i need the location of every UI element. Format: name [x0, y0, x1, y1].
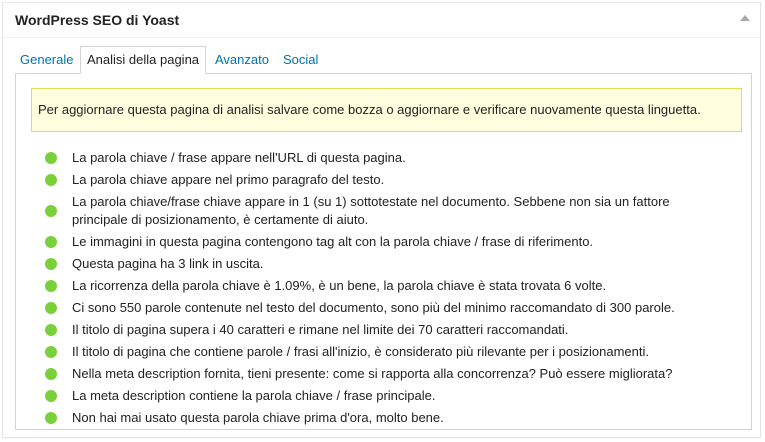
good-status-dot-icon — [45, 280, 57, 292]
result-text: Non hai mai usato questa parola chiave p… — [72, 410, 444, 425]
result-text: Nella meta description fornita, tieni pr… — [72, 366, 673, 381]
result-item: La meta description contiene la parola c… — [44, 387, 722, 405]
result-item: La parola chiave appare nel primo paragr… — [44, 171, 722, 189]
result-item: La ricorrenza della parola chiave è 1.09… — [44, 277, 722, 295]
result-text: Questa pagina ha 3 link in uscita. — [72, 256, 264, 271]
seo-metabox: WordPress SEO di Yoast Generale Analisi … — [2, 2, 761, 438]
result-item: La parola chiave / frase appare nell'URL… — [44, 149, 722, 167]
result-item: Il titolo di pagina supera i 40 caratter… — [44, 321, 722, 339]
result-item: Questa pagina ha 3 link in uscita. — [44, 255, 722, 273]
result-text: La meta description contiene la parola c… — [72, 388, 436, 403]
metabox-title: WordPress SEO di Yoast — [15, 12, 180, 28]
result-item: Le immagini in questa pagina contengono … — [44, 233, 722, 251]
result-text: Le immagini in questa pagina contengono … — [72, 234, 594, 249]
metabox-header[interactable]: WordPress SEO di Yoast — [3, 3, 760, 38]
result-text: La parola chiave / frase appare nell'URL… — [72, 150, 406, 165]
result-item: Ci sono 550 parole contenute nel testo d… — [44, 299, 722, 317]
result-text: La parola chiave appare nel primo paragr… — [72, 172, 385, 187]
collapse-arrow-icon[interactable] — [740, 15, 750, 21]
update-notice: Per aggiornare questa pagina di analisi … — [31, 88, 742, 132]
analysis-results-list: La parola chiave / frase appare nell'URL… — [44, 149, 722, 431]
good-status-dot-icon — [45, 236, 57, 248]
good-status-dot-icon — [45, 324, 57, 336]
good-status-dot-icon — [45, 302, 57, 314]
tab-generale[interactable]: Generale — [14, 46, 79, 73]
tab-analisi-della-pagina[interactable]: Analisi della pagina — [80, 46, 207, 74]
analysis-panel: Per aggiornare questa pagina di analisi … — [15, 73, 752, 430]
tab-avanzato[interactable]: Avanzato — [209, 46, 275, 73]
good-status-dot-icon — [45, 152, 57, 164]
result-item: Nella meta description fornita, tieni pr… — [44, 365, 722, 383]
good-status-dot-icon — [45, 346, 57, 358]
result-text: Il titolo di pagina supera i 40 caratter… — [72, 322, 569, 337]
result-item: Il titolo di pagina che contiene parole … — [44, 343, 722, 361]
tab-social[interactable]: Social — [277, 46, 324, 73]
good-status-dot-icon — [45, 258, 57, 270]
good-status-dot-icon — [45, 205, 57, 217]
good-status-dot-icon — [45, 390, 57, 402]
result-text: Il titolo di pagina che contiene parole … — [72, 344, 649, 359]
result-text: La parola chiave/frase chiave appare in … — [72, 194, 670, 227]
result-text: La ricorrenza della parola chiave è 1.09… — [72, 278, 607, 293]
good-status-dot-icon — [45, 174, 57, 186]
result-item: Non hai mai usato questa parola chiave p… — [44, 409, 722, 427]
good-status-dot-icon — [45, 412, 57, 424]
result-item: La parola chiave/frase chiave appare in … — [44, 193, 722, 229]
result-text: Ci sono 550 parole contenute nel testo d… — [72, 300, 675, 315]
good-status-dot-icon — [45, 368, 57, 380]
